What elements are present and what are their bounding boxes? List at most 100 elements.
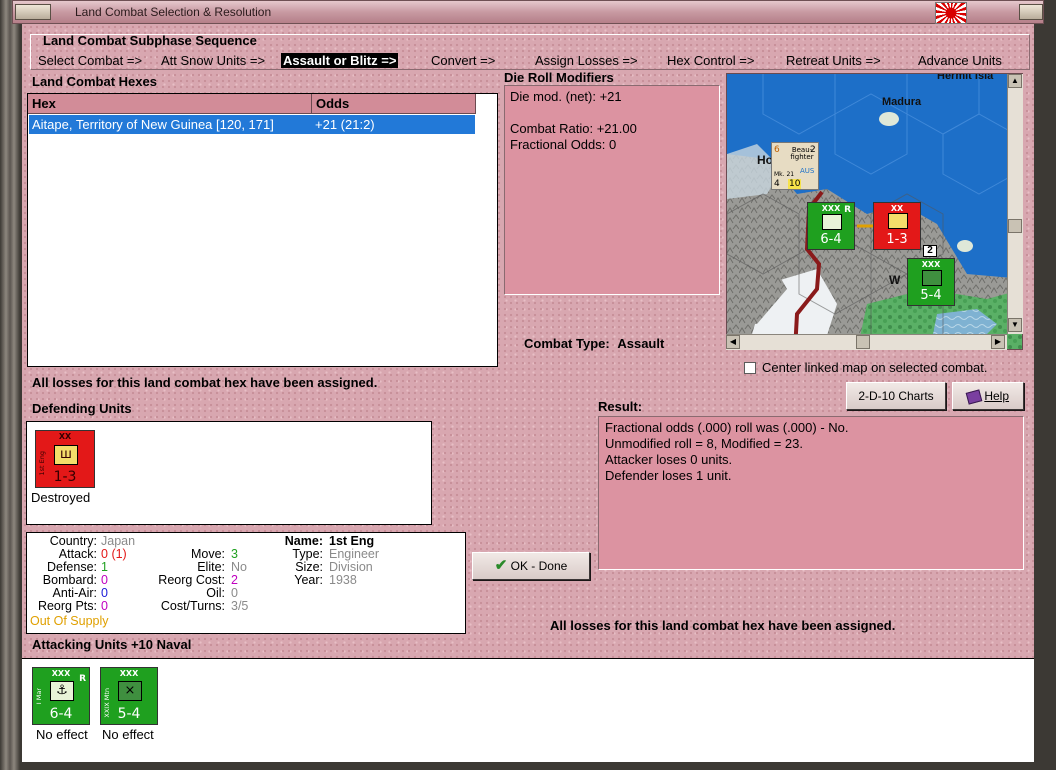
attacking-unit-counter[interactable]: XXX R I Mar ⚓ 6-4 xyxy=(32,667,90,725)
charts-button[interactable]: 2-D-10 Charts xyxy=(846,382,946,410)
marine-symbol-icon xyxy=(822,214,842,230)
defending-units-box[interactable]: XX 1st Eng ш 1-3 Destroyed xyxy=(26,421,432,525)
scroll-down-icon[interactable]: ▼ xyxy=(1008,318,1022,332)
attacking-unit-counter[interactable]: XXX XXIX Mtn ⨯ 5-4 xyxy=(100,667,158,725)
subphase-heading: Land Combat Subphase Sequence xyxy=(43,33,257,48)
map-counter-japan[interactable]: XX 1-3 xyxy=(873,202,921,250)
ok-done-label: OK - Done xyxy=(510,559,568,573)
hex-cell: Aitape, Territory of New Guinea [120, 17… xyxy=(32,117,274,132)
step-convert[interactable]: Convert => xyxy=(431,53,495,68)
year-label: Year: xyxy=(294,573,323,587)
step-assault-or-blitz[interactable]: Assault or Blitz => xyxy=(281,53,399,68)
air-nation: AUS xyxy=(800,167,815,175)
costturns-label: Cost/Turns: xyxy=(160,599,225,613)
air-range: 2 xyxy=(810,145,816,155)
scroll-thumb[interactable] xyxy=(1008,219,1022,233)
marine-symbol-icon: ⚓ xyxy=(50,681,74,701)
column-header-odds[interactable]: Odds xyxy=(312,94,476,114)
checkmark-icon: ✔ xyxy=(494,557,508,574)
defending-unit-counter[interactable]: XX 1st Eng ш 1-3 xyxy=(35,430,95,488)
step-select-combat[interactable]: Select Combat => xyxy=(38,53,142,68)
scroll-thumb[interactable] xyxy=(856,335,870,349)
attacking-heading: Attacking Units +10 Naval xyxy=(32,637,192,652)
window-menu-button[interactable] xyxy=(15,4,51,20)
unit-side-name: I Mar xyxy=(35,688,43,705)
window-frame: Land Combat Selection & Resolution Land … xyxy=(0,0,1056,770)
unit-values: 6-4 xyxy=(49,706,73,722)
unit-details-box: Country: Japan Attack: 0 (1) Defense: 1 … xyxy=(26,532,466,634)
result-line: Attacker loses 0 units. xyxy=(605,452,733,467)
unit-size: XXX xyxy=(921,260,941,269)
attacking-unit-status: No effect xyxy=(102,727,154,742)
step-hex-control[interactable]: Hex Control => xyxy=(667,53,754,68)
combat-type-caption: Combat Type: xyxy=(524,336,610,351)
reorgpts-label: Reorg Pts: xyxy=(37,599,97,613)
unit-tag: R xyxy=(844,205,851,215)
map-vertical-scrollbar[interactable]: ▲ ▼ xyxy=(1007,74,1023,334)
air-attack: 6 xyxy=(774,145,780,155)
mountain-symbol-icon xyxy=(922,270,942,286)
modifier-line xyxy=(510,105,714,121)
title-bar[interactable]: Land Combat Selection & Resolution xyxy=(12,0,1044,24)
help-label: Help xyxy=(984,389,1010,403)
unit-values: 5-4 xyxy=(920,288,942,303)
air-mark: Mk. 21 xyxy=(774,171,795,178)
step-retreat-units[interactable]: Retreat Units => xyxy=(786,53,881,68)
map-counter-i-mar[interactable]: XXX R 6-4 xyxy=(807,202,855,250)
attacking-unit-status: No effect xyxy=(36,727,88,742)
odds-cell: +21 (21:2) xyxy=(315,117,375,132)
hexes-heading: Land Combat Hexes xyxy=(32,74,157,89)
modifier-line: Die mod. (net): +21 xyxy=(510,89,622,104)
defending-unit-status: Destroyed xyxy=(31,490,91,505)
result-heading: Result: xyxy=(598,399,643,414)
step-att-snow-units[interactable]: Att Snow Units => xyxy=(161,53,265,68)
attacking-units-box[interactable]: XXX R I Mar ⚓ 6-4 No effect XXX XXIX Mtn… xyxy=(22,658,1034,762)
map-label-hermit: Hermit Isla xyxy=(937,74,994,82)
map-horizontal-scrollbar[interactable]: ◀ ▶ xyxy=(726,334,1007,350)
unit-values: 6-4 xyxy=(820,232,842,247)
map-label-wewak: W xyxy=(889,273,901,287)
attack-number: 0 xyxy=(101,547,108,561)
losses-message-right: All losses for this land combat hex have… xyxy=(550,618,896,633)
ok-done-button[interactable]: ✔ OK - Done xyxy=(472,552,590,580)
table-row[interactable]: Aitape, Territory of New Guinea [120, 17… xyxy=(29,115,475,134)
unit-size: XX xyxy=(890,204,904,213)
hexes-list[interactable]: Hex Odds Aitape, Territory of New Guinea… xyxy=(27,93,498,367)
combat-type-value: Assault xyxy=(617,336,665,351)
unit-size: XX xyxy=(58,432,72,441)
scroll-up-icon[interactable]: ▲ xyxy=(1008,74,1022,88)
air-defense: 4 xyxy=(774,179,780,189)
result-box: Fractional odds (.000) roll was (.000) -… xyxy=(598,416,1024,570)
defending-heading: Defending Units xyxy=(32,401,132,416)
help-button[interactable]: Help xyxy=(952,382,1024,410)
unit-size: XXX xyxy=(119,669,139,678)
unit-tag: R xyxy=(79,674,86,684)
stack-count-badge: 2 xyxy=(923,245,937,257)
result-line: Unmodified roll = 8, Modified = 23. xyxy=(605,436,803,451)
modifier-line: Fractional Odds: 0 xyxy=(510,137,617,152)
scroll-right-icon[interactable]: ▶ xyxy=(991,335,1005,349)
center-map-label[interactable]: Center linked map on selected combat. xyxy=(762,360,987,375)
air-move: 10 xyxy=(788,179,802,189)
map-counter-xxix-mtn[interactable]: XXX 5-4 xyxy=(907,258,955,306)
subphase-sequence: Land Combat Subphase Sequence Select Com… xyxy=(30,33,1030,70)
step-assign-losses[interactable]: Assign Losses => xyxy=(535,53,638,68)
reorgpts-value: 0 xyxy=(101,599,108,613)
linked-map[interactable]: Hermit Isla Madura Ho W 6 Beau-fighter 2… xyxy=(726,73,1023,350)
center-map-checkbox[interactable] xyxy=(744,362,756,374)
column-header-hex[interactable]: Hex xyxy=(28,94,312,114)
modifier-line: Combat Ratio: +21.00 xyxy=(510,121,637,136)
mountain-symbol-icon: ⨯ xyxy=(118,681,142,701)
map-counter-beaufighter[interactable]: 6 Beau-fighter 2 AUS Mk. 21 4 10 xyxy=(771,142,819,190)
attack-extra: (1) xyxy=(111,547,127,561)
window-close-button[interactable] xyxy=(1019,4,1043,20)
dialog-client: Land Combat Subphase Sequence Select Com… xyxy=(22,24,1034,762)
scroll-left-icon[interactable]: ◀ xyxy=(726,335,740,349)
supply-status: Out Of Supply xyxy=(30,614,109,628)
engineer-symbol-icon: ш xyxy=(54,445,78,465)
map-label-madura: Madura xyxy=(882,96,922,108)
costturns-value: 3/5 xyxy=(231,599,249,613)
japan-flag-icon xyxy=(935,2,967,24)
engineer-symbol-icon xyxy=(888,213,908,229)
step-advance-units[interactable]: Advance Units xyxy=(918,53,1002,68)
